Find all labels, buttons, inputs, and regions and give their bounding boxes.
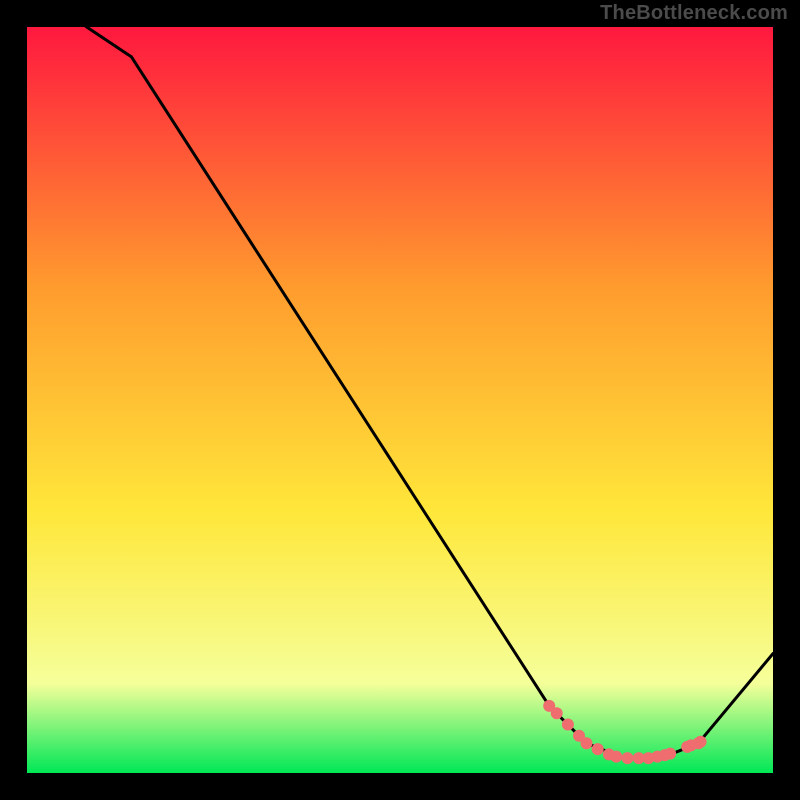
gradient-background — [27, 27, 773, 773]
curve-marker — [664, 748, 676, 760]
curve-marker — [551, 707, 563, 719]
curve-marker — [581, 737, 593, 749]
curve-marker — [592, 743, 604, 755]
chart-stage: TheBottleneck.com — [0, 0, 800, 800]
curve-marker — [695, 736, 707, 748]
plot-area — [27, 27, 773, 773]
chart-svg — [27, 27, 773, 773]
watermark-text: TheBottleneck.com — [600, 2, 788, 25]
curve-marker — [622, 752, 634, 764]
curve-marker — [562, 719, 574, 731]
curve-marker — [610, 751, 622, 763]
